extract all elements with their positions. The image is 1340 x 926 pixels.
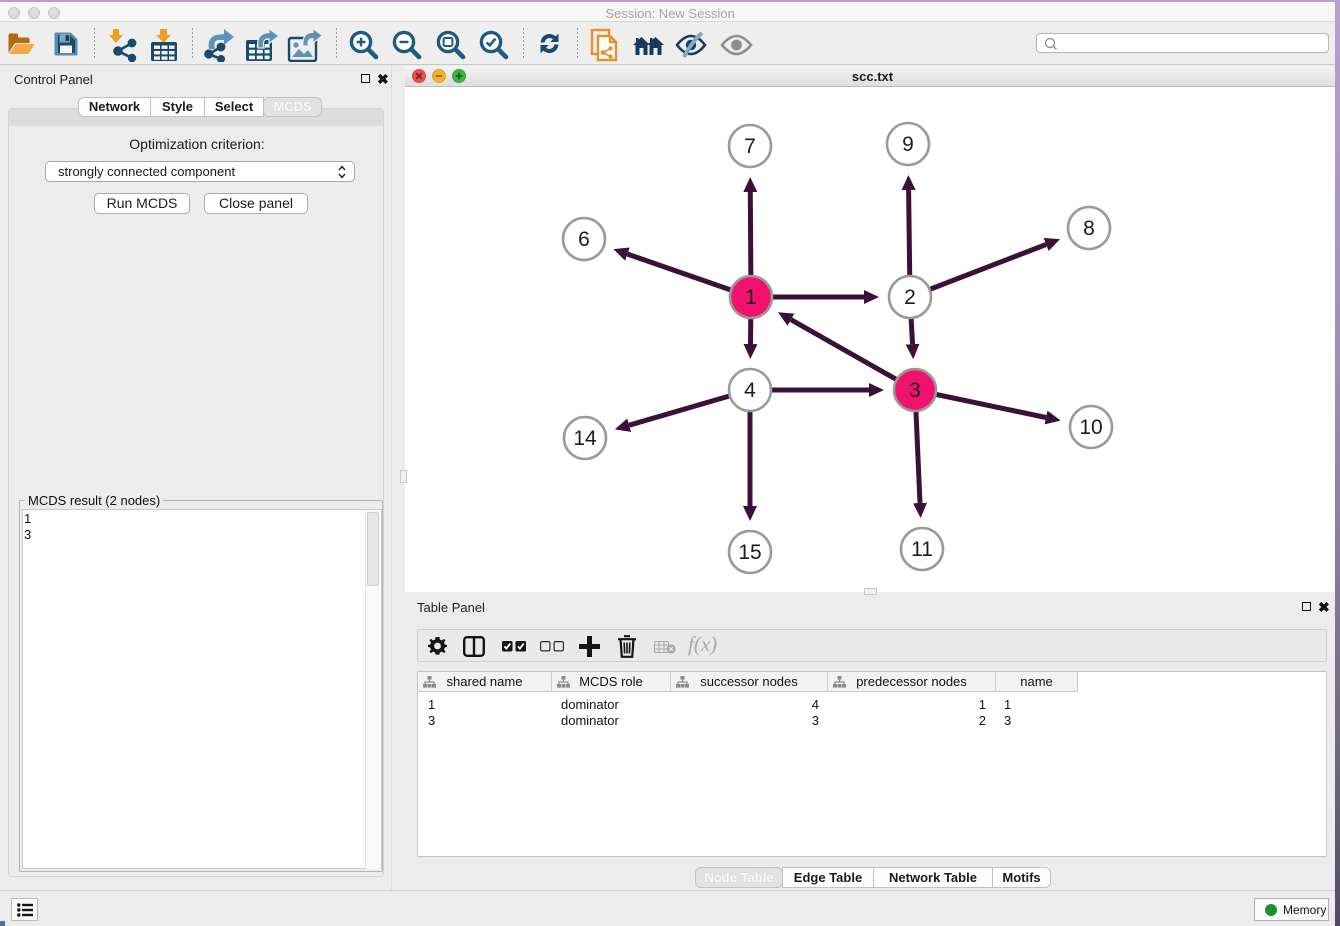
- svg-text:8: 8: [1083, 217, 1095, 240]
- svg-text:6: 6: [578, 228, 590, 251]
- svg-text:1: 1: [745, 286, 757, 309]
- svg-text:7: 7: [744, 135, 756, 158]
- svg-text:3: 3: [909, 379, 921, 402]
- svg-text:15: 15: [738, 541, 761, 564]
- svg-text:14: 14: [573, 427, 597, 450]
- svg-text:11: 11: [911, 538, 933, 561]
- svg-text:10: 10: [1079, 416, 1102, 439]
- svg-text:4: 4: [744, 379, 756, 402]
- svg-text:9: 9: [902, 133, 914, 156]
- svg-text:2: 2: [904, 286, 916, 309]
